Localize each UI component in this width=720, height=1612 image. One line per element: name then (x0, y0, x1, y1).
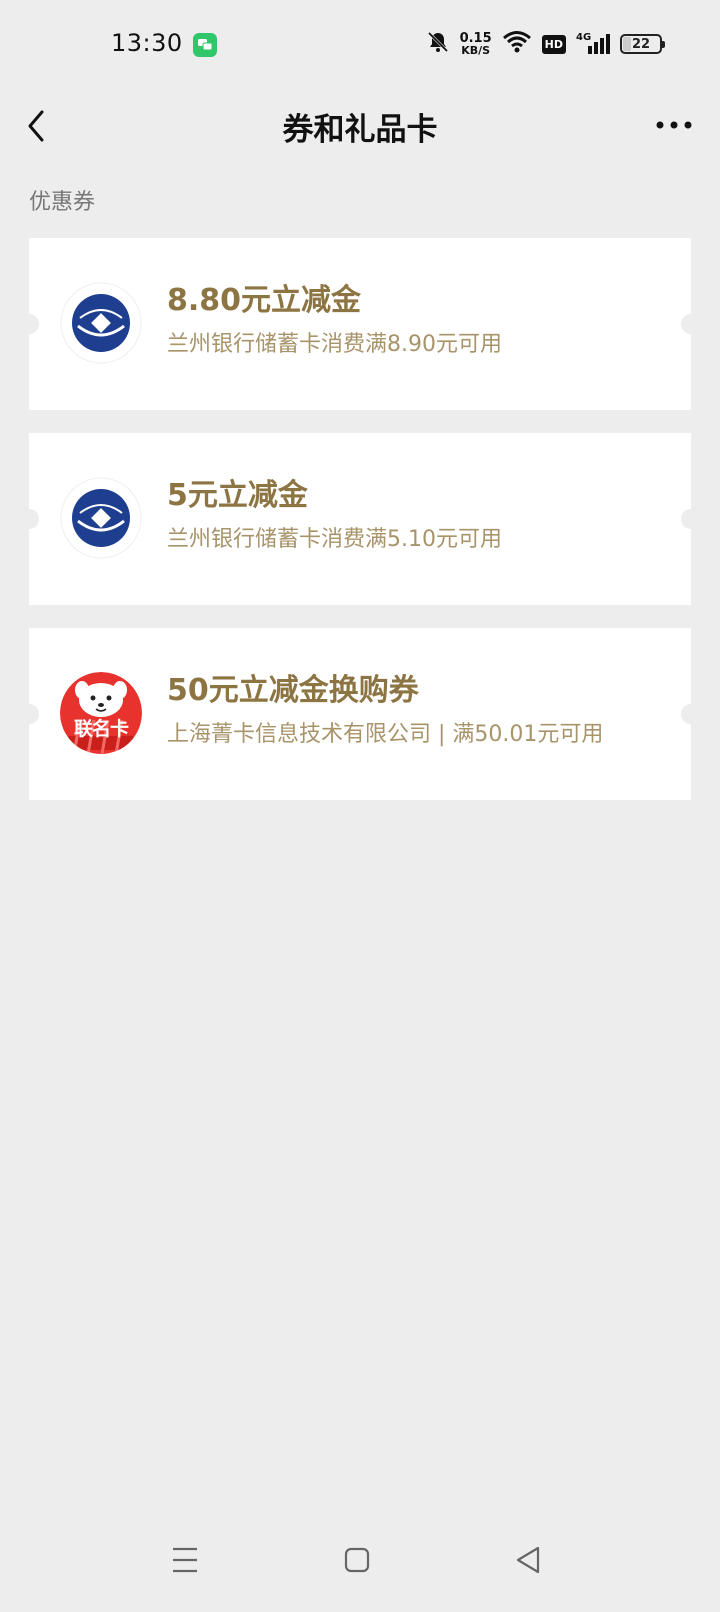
page-title: 券和礼品卡 (282, 112, 438, 148)
hd-icon: HD (541, 34, 566, 54)
status-time: 13:30 (111, 29, 183, 57)
coupon-text: 8.80元立减金 兰州银行储蓄卡消费满8.90元可用 (167, 280, 671, 358)
menu-button[interactable] (165, 1540, 205, 1580)
coupon-text: 50元立减金换购券 上海菁卡信息技术有限公司 | 满50.01元可用 (167, 670, 671, 748)
coupon-card[interactable]: 8.80元立减金 兰州银行储蓄卡消费满8.90元可用 (19, 238, 701, 410)
coupon-card[interactable]: 联名卡 50元立减金换购券 上海菁卡信息技术有限公司 | 满50.01元可用 (19, 628, 701, 800)
bell-muted-icon (426, 30, 450, 58)
card-notch (19, 314, 39, 334)
back-triangle-icon (516, 1546, 540, 1574)
home-square-icon (344, 1547, 370, 1573)
coupon-card[interactable]: 5元立减金 兰州银行储蓄卡消费满5.10元可用 (19, 433, 701, 605)
joint-card-logo-text: 联名卡 (73, 718, 129, 740)
coupon-title: 50元立减金换购券 (167, 673, 419, 708)
chat-notification-icon (193, 33, 217, 61)
system-navigation-bar (0, 1530, 720, 1600)
system-back-button[interactable] (508, 1540, 548, 1580)
status-icons: 0.15 KB/S HD 4G 22 (426, 30, 665, 58)
status-bar: 13:30 0.15 KB/S HD 4G 22 (0, 0, 720, 90)
bank-of-lanzhou-logo (60, 282, 142, 364)
coupon-title: 8.80元立减金 (167, 283, 362, 318)
card-notch (681, 704, 701, 724)
joint-card-logo: 联名卡 (60, 672, 142, 754)
coupon-list: 8.80元立减金 兰州银行储蓄卡消费满8.90元可用 5元立减金 兰州银行储蓄卡… (19, 238, 701, 823)
card-notch (681, 314, 701, 334)
coupon-description: 兰州银行储蓄卡消费满5.10元可用 (167, 527, 502, 552)
network-speed-unit: KB/S (461, 44, 491, 57)
card-notch (19, 509, 39, 529)
section-title: 优惠券 (29, 190, 96, 215)
card-notch (681, 509, 701, 529)
bank-of-lanzhou-logo (60, 477, 142, 559)
home-button[interactable] (337, 1540, 377, 1580)
menu-icon (173, 1547, 197, 1573)
more-dots-icon (656, 121, 692, 129)
coupon-text: 5元立减金 兰州银行储蓄卡消费满5.10元可用 (167, 475, 671, 553)
battery-icon: 22 (620, 34, 665, 54)
signal-4g-icon: 4G (576, 32, 610, 56)
more-button[interactable] (654, 110, 694, 140)
wifi-icon (502, 30, 532, 58)
coupon-description: 上海菁卡信息技术有限公司 | 满50.01元可用 (167, 722, 604, 747)
card-notch (19, 704, 39, 724)
coupon-description: 兰州银行储蓄卡消费满8.90元可用 (167, 332, 502, 357)
coupon-title: 5元立减金 (167, 478, 308, 513)
header: 券和礼品卡 (0, 90, 720, 160)
battery-fill (623, 37, 631, 51)
battery-level: 22 (631, 36, 651, 52)
network-speed: 0.15 KB/S (460, 32, 492, 56)
